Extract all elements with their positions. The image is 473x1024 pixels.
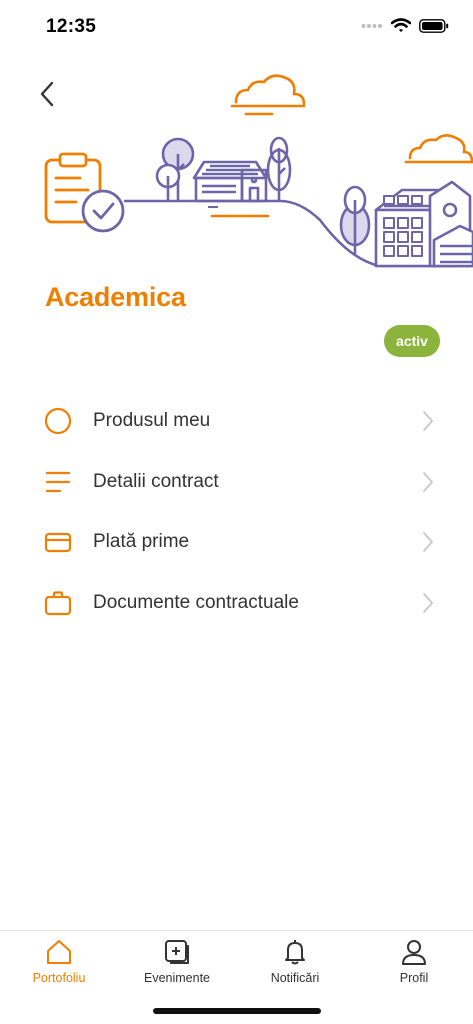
- clipboard-check-icon: [44, 152, 125, 233]
- battery-icon: [419, 18, 449, 33]
- menu-item-label: Plată prime: [93, 531, 190, 553]
- wifi-icon: [391, 18, 411, 32]
- building-icon: [374, 180, 473, 268]
- screen: 12:35 Academica activ Produsul meu Detal…: [0, 0, 473, 1024]
- tab-label: Evenimente: [143, 971, 210, 985]
- cloud-icon: [230, 74, 306, 116]
- tab-label: Profil: [399, 971, 429, 985]
- menu-item-contract-documents[interactable]: Documente contractuale: [0, 573, 473, 634]
- tab-notificari[interactable]: Notificări: [236, 931, 354, 995]
- status-bar: 12:35: [0, 0, 473, 54]
- card-icon: [42, 526, 74, 558]
- lines-icon: [42, 466, 74, 498]
- tree-icon: [266, 136, 292, 201]
- tree-icon: [339, 185, 371, 256]
- house-icon: [192, 160, 268, 203]
- hero-illustration: [44, 74, 473, 268]
- chevron-right-icon: [423, 471, 433, 492]
- menu-item-label: Documente contractuale: [93, 591, 299, 613]
- bell-icon: [280, 937, 310, 967]
- menu-item-premium-payment[interactable]: Plată prime: [0, 512, 473, 573]
- menu-list: Produsul meu Detalii contract Plată prim…: [0, 391, 473, 633]
- menu-item-label: Produsul meu: [93, 410, 211, 432]
- tree-icon: [155, 137, 195, 201]
- chevron-right-icon: [423, 592, 433, 613]
- tab-evenimente[interactable]: Evenimente: [118, 931, 236, 995]
- menu-item-contract-details[interactable]: Detalii contract: [0, 452, 473, 513]
- event-icon: [162, 937, 192, 967]
- status-badge: activ: [384, 325, 440, 357]
- briefcase-icon: [42, 587, 74, 619]
- home-indicator[interactable]: [153, 1008, 321, 1014]
- home-icon: [44, 937, 74, 967]
- status-icons: [361, 18, 449, 33]
- tab-portofoliu[interactable]: Portofoliu: [0, 931, 118, 995]
- user-icon: [399, 937, 429, 967]
- tab-label: Portofoliu: [32, 971, 86, 985]
- cloud-icon: [404, 134, 473, 164]
- circle-icon: [42, 405, 74, 437]
- chevron-right-icon: [423, 411, 433, 432]
- status-time: 12:35: [46, 16, 97, 37]
- tab-label: Notificări: [270, 971, 320, 985]
- page-title: Academica: [45, 282, 186, 312]
- menu-item-label: Detalii contract: [93, 470, 219, 492]
- chevron-right-icon: [423, 532, 433, 553]
- tab-profil[interactable]: Profil: [355, 931, 473, 995]
- menu-item-my-product[interactable]: Produsul meu: [0, 391, 473, 452]
- signal-icon: [361, 23, 382, 28]
